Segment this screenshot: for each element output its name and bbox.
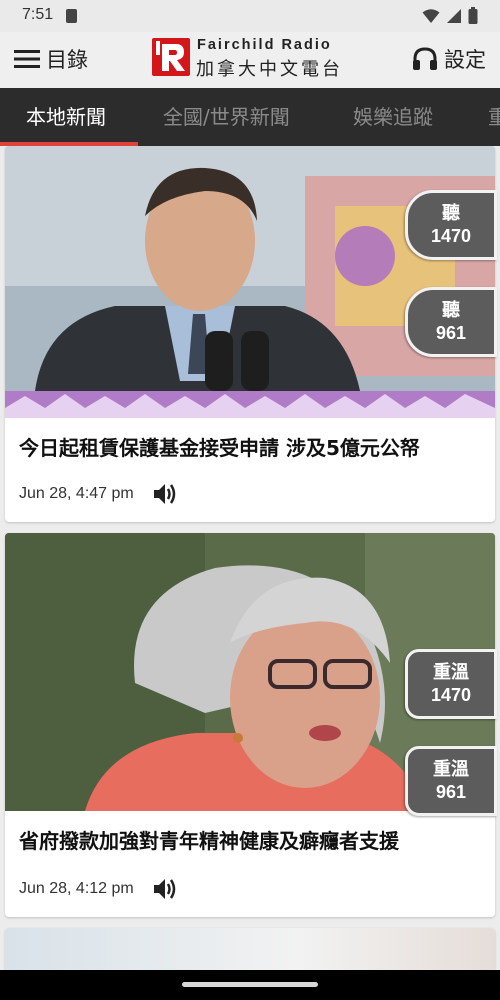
settings-button[interactable]: 設定 xyxy=(412,44,486,74)
article-image xyxy=(5,928,495,970)
article-meta: Jun 28, 4:47 pm xyxy=(19,482,178,506)
menu-button[interactable]: 目錄 xyxy=(14,44,88,74)
article-image xyxy=(5,146,495,418)
menu-icon xyxy=(14,50,40,68)
battery-icon xyxy=(468,7,478,24)
sim-icon xyxy=(66,9,77,23)
tab-partial[interactable]: 重 xyxy=(488,88,500,146)
tab-national-world-news[interactable]: 全國/世界新聞 xyxy=(163,88,290,146)
tab-entertainment[interactable]: 娛樂追蹤 xyxy=(353,88,433,146)
settings-label: 設定 xyxy=(444,48,486,72)
replay-961-station: 961 xyxy=(435,782,467,802)
status-time: 7:51 xyxy=(22,6,54,23)
article-date: Jun 28, 4:47 pm xyxy=(19,485,134,502)
listen-961-button[interactable]: 聽 961 xyxy=(405,287,497,357)
menu-label: 目錄 xyxy=(46,48,88,72)
article-meta: Jun 28, 4:12 pm xyxy=(19,877,178,901)
news-card[interactable] xyxy=(5,928,495,970)
speaker-icon[interactable] xyxy=(152,482,178,506)
wifi-icon xyxy=(422,8,440,23)
listen-1470-button[interactable]: 聽 1470 xyxy=(405,190,497,260)
replay-1470-label: 重溫 xyxy=(433,662,469,683)
logo-icon xyxy=(152,38,190,76)
replay-1470-station: 1470 xyxy=(430,685,472,705)
logo-text-en: Fairchild Radio xyxy=(197,37,332,53)
article-date: Jun 28, 4:12 pm xyxy=(19,880,134,897)
news-card[interactable]: 省府撥款加強對青年精神健康及癖癮者支援 Jun 28, 4:12 pm xyxy=(5,533,495,917)
listen-961-station: 961 xyxy=(435,323,467,343)
listen-961-label: 聽 xyxy=(442,300,460,321)
home-gesture-handle[interactable] xyxy=(182,982,318,987)
replay-961-label: 重溫 xyxy=(433,759,469,780)
tab-local-news[interactable]: 本地新聞 xyxy=(26,88,106,146)
listen-1470-label: 聽 xyxy=(442,203,460,224)
app-header: 目錄 Fairchild Radio 加拿大中文電台 設定 xyxy=(0,32,500,88)
status-icons xyxy=(422,7,478,24)
article-title[interactable]: 省府撥款加強對青年精神健康及癖癮者支援 xyxy=(19,825,399,854)
speaker-icon[interactable] xyxy=(152,877,178,901)
headphones-icon xyxy=(413,47,437,70)
news-feed[interactable]: 今日起租賃保護基金接受申請 涉及5億元公帑 Jun 28, 4:47 pm 省府… xyxy=(0,146,500,970)
system-nav-bar xyxy=(0,970,500,1000)
listen-1470-station: 1470 xyxy=(430,226,472,246)
replay-1470-button[interactable]: 重溫 1470 xyxy=(405,649,497,719)
app-logo: Fairchild Radio 加拿大中文電台 xyxy=(152,37,352,83)
replay-961-button[interactable]: 重溫 961 xyxy=(405,746,497,816)
status-bar: 7:51 xyxy=(0,0,500,32)
logo-text-zh: 加拿大中文電台 xyxy=(196,59,343,80)
category-tabs: 本地新聞 全國/世界新聞 娛樂追蹤 重 xyxy=(0,88,500,146)
signal-icon xyxy=(447,8,461,23)
article-title[interactable]: 今日起租賃保護基金接受申請 涉及5億元公帑 xyxy=(19,432,420,461)
